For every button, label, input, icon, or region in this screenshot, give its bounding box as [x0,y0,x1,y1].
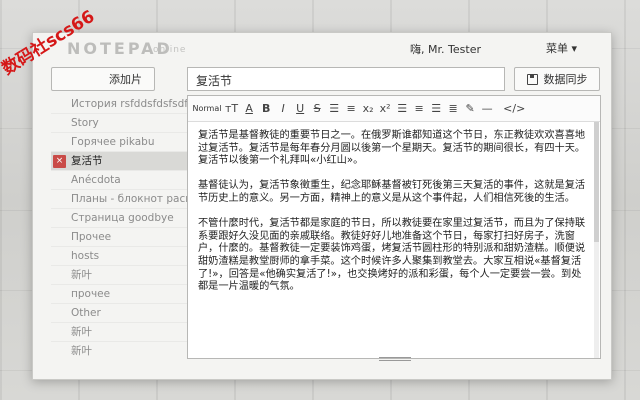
underline-icon[interactable]: U [292,100,308,118]
bullet-list-icon[interactable]: ☰ [326,100,342,118]
align-left-icon[interactable]: ☰ [394,100,410,118]
notes-list: История rsfddsfdsfsdfsdf Story Горячее pik… [51,95,189,357]
menu-dropdown[interactable]: 菜单 ▾ [546,40,577,56]
clear-format-icon[interactable]: ✎ [462,100,478,118]
list-item[interactable]: hosts [51,247,189,266]
source-code-icon[interactable]: </> [501,100,527,118]
list-item-label: 复活节 [71,155,103,167]
sync-button[interactable]: 数据同步 [514,67,600,91]
editor-scroll-thumb[interactable] [594,122,599,242]
list-item[interactable]: 新叶 [51,266,189,285]
list-item-label: Планы - блокнот расши [71,193,189,205]
horizontal-rule-icon[interactable]: — [479,100,495,118]
list-item[interactable]: Горячее pikabu [51,133,189,152]
numbered-list-icon[interactable]: ≡ [343,100,359,118]
editor-paragraph: 不管什麼时代，复活节都是家庭的节日，所以教徒要在家里过复活节，而且为了保持联系要… [198,218,586,293]
font-size-icon[interactable]: ᴛT [223,100,240,118]
font-color-icon[interactable]: A [241,100,257,118]
list-item-label: 新叶 [71,345,92,357]
list-item[interactable]: Планы - блокнот расши [51,190,189,209]
editor-paragraph: 基督徒认为，复活节象徵重生，纪念耶稣基督被钉死後第三天复活的事件，这就是复活节历… [198,180,586,204]
list-item-label: Прочее [71,231,112,243]
list-item-label: прочее [71,288,111,300]
list-item[interactable]: 新叶 [51,323,189,342]
top-bar: NOTEPAD online 嗨, Mr. Tester 菜单 ▾ [33,33,611,63]
list-item[interactable]: прочее [51,285,189,304]
save-disk-icon [526,73,538,85]
list-item-label: Страница goodbye [71,212,174,224]
bold-icon[interactable]: B [258,100,274,118]
editor-toolbar: Normal ᴛT A B I U S ☰ ≡ x₂ x² ☰ ≡ ☰ ≣ ✎ … [188,96,600,122]
sync-label: 数据同步 [543,73,588,86]
list-item[interactable]: 新叶 [51,342,189,357]
list-item-label: 新叶 [71,326,92,338]
superscript-icon[interactable]: x² [377,100,393,118]
format-select[interactable]: Normal [192,100,222,118]
list-item-label: hosts [71,250,100,262]
editor-scrollbar[interactable] [594,122,599,358]
strikethrough-icon[interactable]: S [309,100,325,118]
list-item[interactable]: × 复活节 [51,152,189,171]
align-center-icon[interactable]: ≡ [411,100,427,118]
editor-paragraph: 复活节是基督教徒的重要节日之一。在俄罗斯谁都知道这个节日，东正教徒欢欢喜喜地过复… [198,130,586,167]
list-item[interactable]: Страница goodbye [51,209,189,228]
subscript-icon[interactable]: x₂ [360,100,376,118]
user-greeting: 嗨, Mr. Tester [410,43,481,56]
list-item[interactable]: Other [51,304,189,323]
list-item-label: Story [71,117,99,129]
list-item[interactable]: История rsfddsfdsfsdfsdf [51,95,189,114]
add-note-button[interactable]: 添加片 [51,67,155,91]
app-logo-sub: online [153,45,187,55]
align-right-icon[interactable]: ☰ [428,100,444,118]
list-item[interactable]: Anécdota [51,171,189,190]
note-editor: Normal ᴛT A B I U S ☰ ≡ x₂ x² ☰ ≡ ☰ ≣ ✎ … [187,95,601,359]
list-item-label: История rsfddsfdsfsdfsdf [71,98,189,110]
note-title-input[interactable]: 复活节 [187,67,505,91]
app-window: NOTEPAD online 嗨, Mr. Tester 菜单 ▾ 添加片 复活… [32,32,612,380]
list-item[interactable]: Прочее [51,228,189,247]
resize-grip[interactable] [379,357,411,361]
close-icon[interactable]: × [53,155,66,168]
list-item-label: Other [71,307,101,319]
list-item-label: Горячее pikabu [71,136,155,148]
list-item-label: Anécdota [71,174,121,186]
align-justify-icon[interactable]: ≣ [445,100,461,118]
list-item-label: 新叶 [71,269,92,281]
add-note-label: 添加片 [109,73,142,86]
editor-body[interactable]: 复活节是基督教徒的重要节日之一。在俄罗斯谁都知道这个节日，东正教徒欢欢喜喜地过复… [188,122,600,358]
italic-icon[interactable]: I [275,100,291,118]
list-item[interactable]: Story [51,114,189,133]
